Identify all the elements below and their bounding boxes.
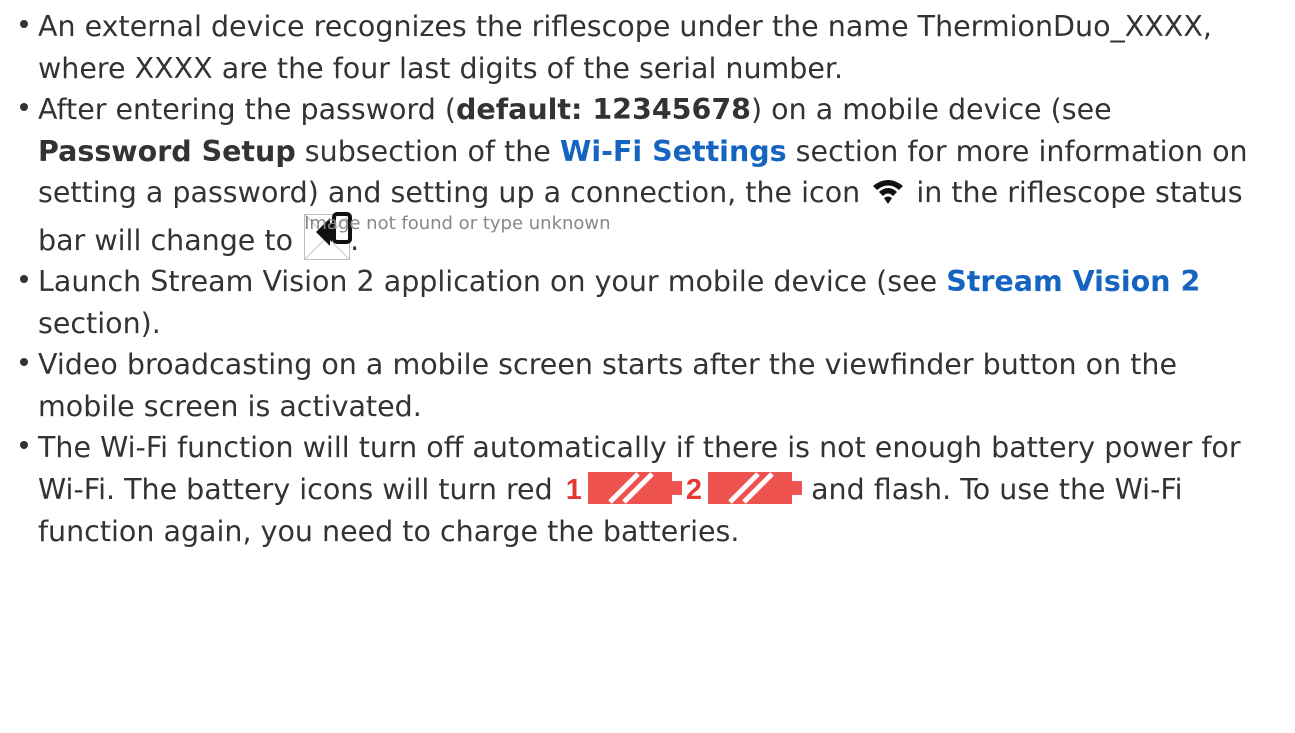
- list-item-device-name: An external device recognizes the rifles…: [0, 6, 1260, 89]
- battery-2-label: 2: [685, 473, 703, 506]
- battery-empty-icon: [708, 471, 803, 504]
- battery-empty-icon: [587, 471, 682, 504]
- list-item-video-broadcast: Video broadcasting on a mobile screen st…: [0, 344, 1260, 427]
- default-password: default: 12345678: [455, 93, 751, 126]
- battery-1-label: 1: [565, 473, 582, 506]
- bullet-dot: [20, 358, 28, 366]
- bullet-dot: [20, 20, 28, 28]
- broken-image-icon: Image not found or type unknown: [304, 211, 611, 260]
- list-item-text: section).: [38, 306, 161, 340]
- bullet-list: An external device recognizes the rifles…: [0, 6, 1260, 553]
- list-item-text: After entering the password (: [38, 93, 456, 126]
- list-item-text: Video broadcasting on a mobile screen st…: [38, 348, 1178, 423]
- bullet-dot: [20, 275, 28, 283]
- wifi-settings-link[interactable]: Wi-Fi Settings: [560, 135, 787, 168]
- stream-vision-link[interactable]: Stream Vision 2: [946, 265, 1200, 298]
- list-item-text: Launch Stream Vision 2 application on yo…: [38, 265, 947, 298]
- password-setup-label: Password Setup: [38, 134, 296, 168]
- list-item-password: After entering the password (default: 12…: [0, 89, 1260, 261]
- list-item-launch-app: Launch Stream Vision 2 application on yo…: [0, 261, 1260, 344]
- list-item-text: ) on a mobile device (see: [750, 93, 1112, 126]
- list-item-text: subsection of the: [295, 134, 560, 168]
- broken-image-alt-text: Image not found or type unknown: [304, 212, 611, 234]
- bullet-dot: [20, 103, 28, 111]
- bullet-dot: [20, 441, 28, 449]
- document-page: An external device recognizes the rifles…: [0, 0, 1295, 733]
- wifi-icon: [873, 180, 904, 204]
- list-item-battery: The Wi-Fi function will turn off automat…: [0, 427, 1260, 553]
- list-item-text: An external device recognizes the rifles…: [38, 10, 1212, 85]
